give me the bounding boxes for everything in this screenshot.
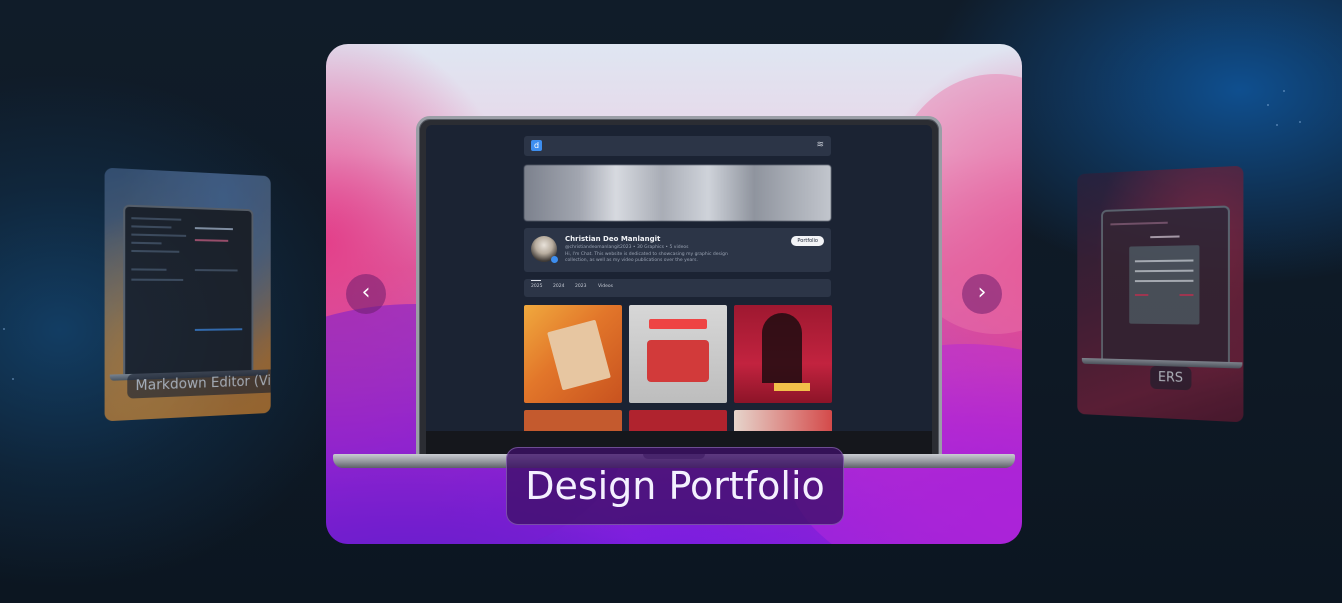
carousel-item-next-title: ERS [1150, 365, 1191, 391]
carousel-item-title: Design Portfolio [506, 447, 844, 525]
code-line [131, 241, 162, 245]
poster-shape [649, 319, 707, 329]
code-line [131, 217, 182, 221]
carousel-item-previous-title: Markdown Editor (Vite) [127, 368, 271, 399]
preview-line [194, 328, 243, 331]
form-field [1134, 269, 1194, 273]
year-tabs: 2025 2024 2023 Videos [524, 279, 831, 297]
mini-laptop [1101, 205, 1230, 365]
gallery-item [629, 305, 727, 403]
gallery-item [524, 305, 622, 403]
star [3, 328, 5, 330]
login-form [1129, 245, 1200, 325]
layers-icon: ≋ [816, 140, 824, 150]
laptop-screen: d ≋ Christian Deo Manlangit @christiande… [426, 125, 932, 459]
form-button [1134, 294, 1149, 296]
star [1299, 121, 1301, 123]
code-line [131, 225, 172, 229]
code-line [131, 268, 167, 271]
preview-line [194, 227, 233, 231]
code-line [131, 249, 180, 253]
poster-shape [774, 383, 810, 391]
active-tab-indicator [531, 280, 541, 281]
poster-shape [647, 340, 709, 382]
profile-meta: @christiandeomanlangit2023 • 30 Graphics… [565, 245, 689, 250]
portfolio-button: Portfolio [791, 236, 824, 246]
mini-laptop [123, 204, 254, 377]
verified-badge-icon [551, 256, 558, 263]
code-line [131, 278, 184, 281]
star [1283, 90, 1285, 92]
tab-2024: 2024 [553, 284, 565, 289]
form-button [1179, 294, 1194, 297]
carousel-item-current[interactable]: d ≋ Christian Deo Manlangit @christiande… [326, 44, 1022, 544]
site-navbar: d ≋ [524, 136, 831, 156]
form-field [1134, 279, 1194, 283]
poster-shape [762, 313, 802, 383]
profile-name: Christian Deo Manlangit [565, 235, 661, 243]
tab-2023: 2023 [575, 284, 587, 289]
code-line [131, 233, 187, 237]
preview-line [194, 239, 229, 242]
form-header [1110, 221, 1168, 226]
carousel-item-previous[interactable]: Markdown Editor (Vite) [104, 167, 271, 422]
gallery-item [734, 305, 832, 403]
tab-2025: 2025 [531, 284, 543, 289]
previous-arrow-button[interactable]: ‹ [346, 274, 386, 314]
star [1276, 124, 1278, 126]
profile-bio: Hi, I'm Chat. This website is dedicated … [565, 252, 728, 263]
star [1267, 104, 1269, 106]
profile-card: Christian Deo Manlangit @christiandeoman… [524, 228, 831, 272]
form-title [1150, 235, 1180, 239]
tab-videos: Videos [598, 284, 613, 289]
poster-shape [547, 319, 611, 391]
star [12, 378, 14, 380]
laptop: d ≋ Christian Deo Manlangit @christiande… [416, 116, 942, 462]
carousel-item-next[interactable]: ERS [1077, 165, 1244, 423]
next-arrow-button[interactable]: › [962, 274, 1002, 314]
portfolio-logo-icon: d [531, 140, 542, 151]
form-field [1134, 259, 1194, 263]
preview-line [194, 269, 238, 272]
profile-banner-image [524, 165, 831, 221]
